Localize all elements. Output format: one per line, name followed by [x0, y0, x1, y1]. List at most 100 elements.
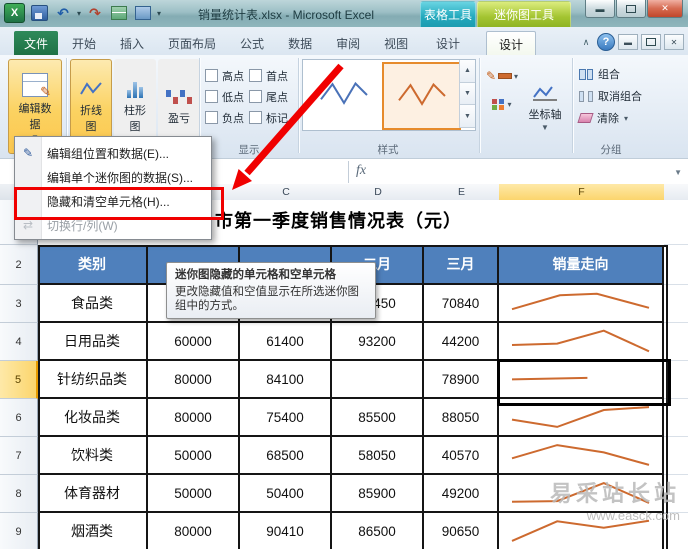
show-checkbox-2[interactable]: 低点 [205, 86, 249, 107]
table-cell[interactable]: 85500 [332, 399, 424, 437]
show-checkbox-1[interactable]: 首点 [249, 65, 293, 86]
undo-icon[interactable]: ↶ [53, 4, 73, 23]
empty-cell[interactable] [664, 285, 688, 323]
ungroup-button[interactable]: 取消组合 [577, 85, 647, 107]
table-cell[interactable]: 61400 [240, 323, 332, 361]
insert-function-icon[interactable]: fx [356, 163, 366, 179]
tab-2[interactable]: 页面布局 [156, 31, 228, 55]
save-icon[interactable] [29, 4, 49, 23]
sparkline-color-button[interactable]: ✎ ▾ [483, 63, 521, 89]
tab-0[interactable]: 开始 [60, 31, 108, 55]
row-header-6[interactable]: 6 [0, 399, 38, 437]
show-checkbox-4[interactable]: 负点 [205, 107, 249, 128]
table-cell[interactable]: 78900 [424, 361, 499, 399]
show-checkbox-3[interactable]: 尾点 [249, 86, 293, 107]
category-cell[interactable]: 化妆品类 [38, 399, 148, 437]
table-cell[interactable]: 44200 [424, 323, 499, 361]
tab-6[interactable]: 视图 [372, 31, 420, 55]
row-header-8[interactable]: 8 [0, 475, 38, 513]
table-cell[interactable]: 86500 [332, 513, 424, 549]
category-cell[interactable]: 体育器材 [38, 475, 148, 513]
empty-cell[interactable] [664, 361, 688, 399]
category-cell[interactable]: 烟酒类 [38, 513, 148, 549]
style-swatch-2[interactable] [382, 62, 461, 130]
show-checkbox-0[interactable]: 高点 [205, 65, 249, 86]
category-cell[interactable]: 日用品类 [38, 323, 148, 361]
table-cell[interactable]: 68500 [240, 437, 332, 475]
empty-cell[interactable] [664, 245, 688, 285]
sparkline-cell[interactable] [499, 399, 664, 437]
tab-design-2[interactable]: 设计 [486, 31, 537, 56]
column-header-hidden-6[interactable] [664, 184, 688, 201]
tab-5[interactable]: 审阅 [324, 31, 372, 55]
empty-cell[interactable] [664, 323, 688, 361]
table-cell[interactable]: 58050 [332, 437, 424, 475]
undo-dropdown-icon[interactable]: ▾ [77, 9, 81, 18]
minimize-button[interactable]: ▬ [585, 0, 615, 18]
formula-bar-expand-icon[interactable]: ▼ [674, 168, 682, 177]
menu-item-edit-group-data[interactable]: ✎ 编辑组位置和数据(E)... [15, 141, 211, 165]
table-cell[interactable]: 70840 [424, 285, 499, 323]
table-cell[interactable]: 80000 [148, 399, 240, 437]
formula-input[interactable] [375, 159, 675, 183]
empty-cell[interactable] [664, 399, 688, 437]
excel-logo-icon[interactable]: X [4, 3, 25, 23]
table-cell[interactable]: 50000 [148, 475, 240, 513]
sparkline-cell[interactable] [499, 513, 664, 549]
row-header-5[interactable]: 5 [0, 361, 38, 399]
minimize-ribbon-icon[interactable]: ∧ [578, 37, 594, 48]
clear-button[interactable]: 清除 ▾ [577, 107, 647, 129]
table-header-cell[interactable]: 三月 [424, 245, 499, 285]
table-cell[interactable]: 93200 [332, 323, 424, 361]
table-cell[interactable]: 84100 [240, 361, 332, 399]
table-cell[interactable]: 90410 [240, 513, 332, 549]
row-header-9[interactable]: 9 [0, 513, 38, 549]
column-header-C[interactable]: C [240, 184, 333, 201]
style-swatch-1[interactable] [305, 62, 382, 128]
menu-item-edit-single-sparkline[interactable]: 编辑单个迷你图的数据(S)... [15, 165, 211, 189]
qat-customize-icon[interactable]: ▾ [157, 9, 161, 18]
sparkline-cell[interactable] [499, 323, 664, 361]
tab-design-1[interactable]: 设计 [424, 31, 472, 55]
category-cell[interactable]: 食品类 [38, 285, 148, 323]
sparkline-cell[interactable] [499, 285, 664, 323]
row-header-4[interactable]: 4 [0, 323, 38, 361]
sparkline-cell[interactable] [499, 475, 664, 513]
tab-1[interactable]: 插入 [108, 31, 156, 55]
name-box[interactable] [212, 159, 348, 183]
table-cell[interactable]: 85900 [332, 475, 424, 513]
row-header-7[interactable]: 7 [0, 437, 38, 475]
column-header-E[interactable]: E [424, 184, 500, 201]
empty-cell[interactable] [664, 437, 688, 475]
table-cell[interactable]: 80000 [148, 513, 240, 549]
table-cell[interactable]: 50000 [148, 437, 240, 475]
workbook-restore-button[interactable] [641, 34, 661, 50]
sheet-icon[interactable] [109, 4, 129, 23]
table-cell[interactable]: 40570 [424, 437, 499, 475]
workbook-close-button[interactable]: ✕ [664, 34, 684, 50]
tab-4[interactable]: 数据 [276, 31, 324, 55]
table-cell[interactable] [332, 361, 424, 399]
close-button[interactable]: ✕ [647, 0, 683, 18]
row-header-2[interactable]: 2 [0, 245, 38, 285]
chart-icon[interactable] [133, 4, 153, 23]
sparkline-cell[interactable] [499, 437, 664, 475]
help-icon[interactable]: ? [597, 33, 615, 51]
workbook-minimize-button[interactable]: ▬ [618, 34, 638, 50]
table-cell[interactable]: 60000 [148, 323, 240, 361]
show-checkbox-5[interactable]: 标记 [249, 107, 293, 128]
column-header-D[interactable]: D [332, 184, 425, 201]
empty-cell[interactable] [664, 475, 688, 513]
table-cell[interactable]: 90650 [424, 513, 499, 549]
category-cell[interactable]: 针纺织品类 [38, 361, 148, 399]
table-header-cell[interactable]: 类别 [38, 245, 148, 285]
table-header-cell[interactable]: 销量走向 [499, 245, 664, 285]
group-button[interactable]: 组合 [577, 63, 647, 85]
gallery-more-button[interactable]: ▼ [459, 105, 475, 129]
restore-button[interactable] [616, 0, 646, 18]
gallery-down-button[interactable]: ▼ [459, 82, 475, 106]
axis-button[interactable]: 坐标轴 ▼ [521, 59, 569, 154]
table-cell[interactable]: 80000 [148, 361, 240, 399]
redo-icon[interactable]: ↷ [85, 4, 105, 23]
marker-color-button[interactable]: ▾ [483, 91, 521, 117]
